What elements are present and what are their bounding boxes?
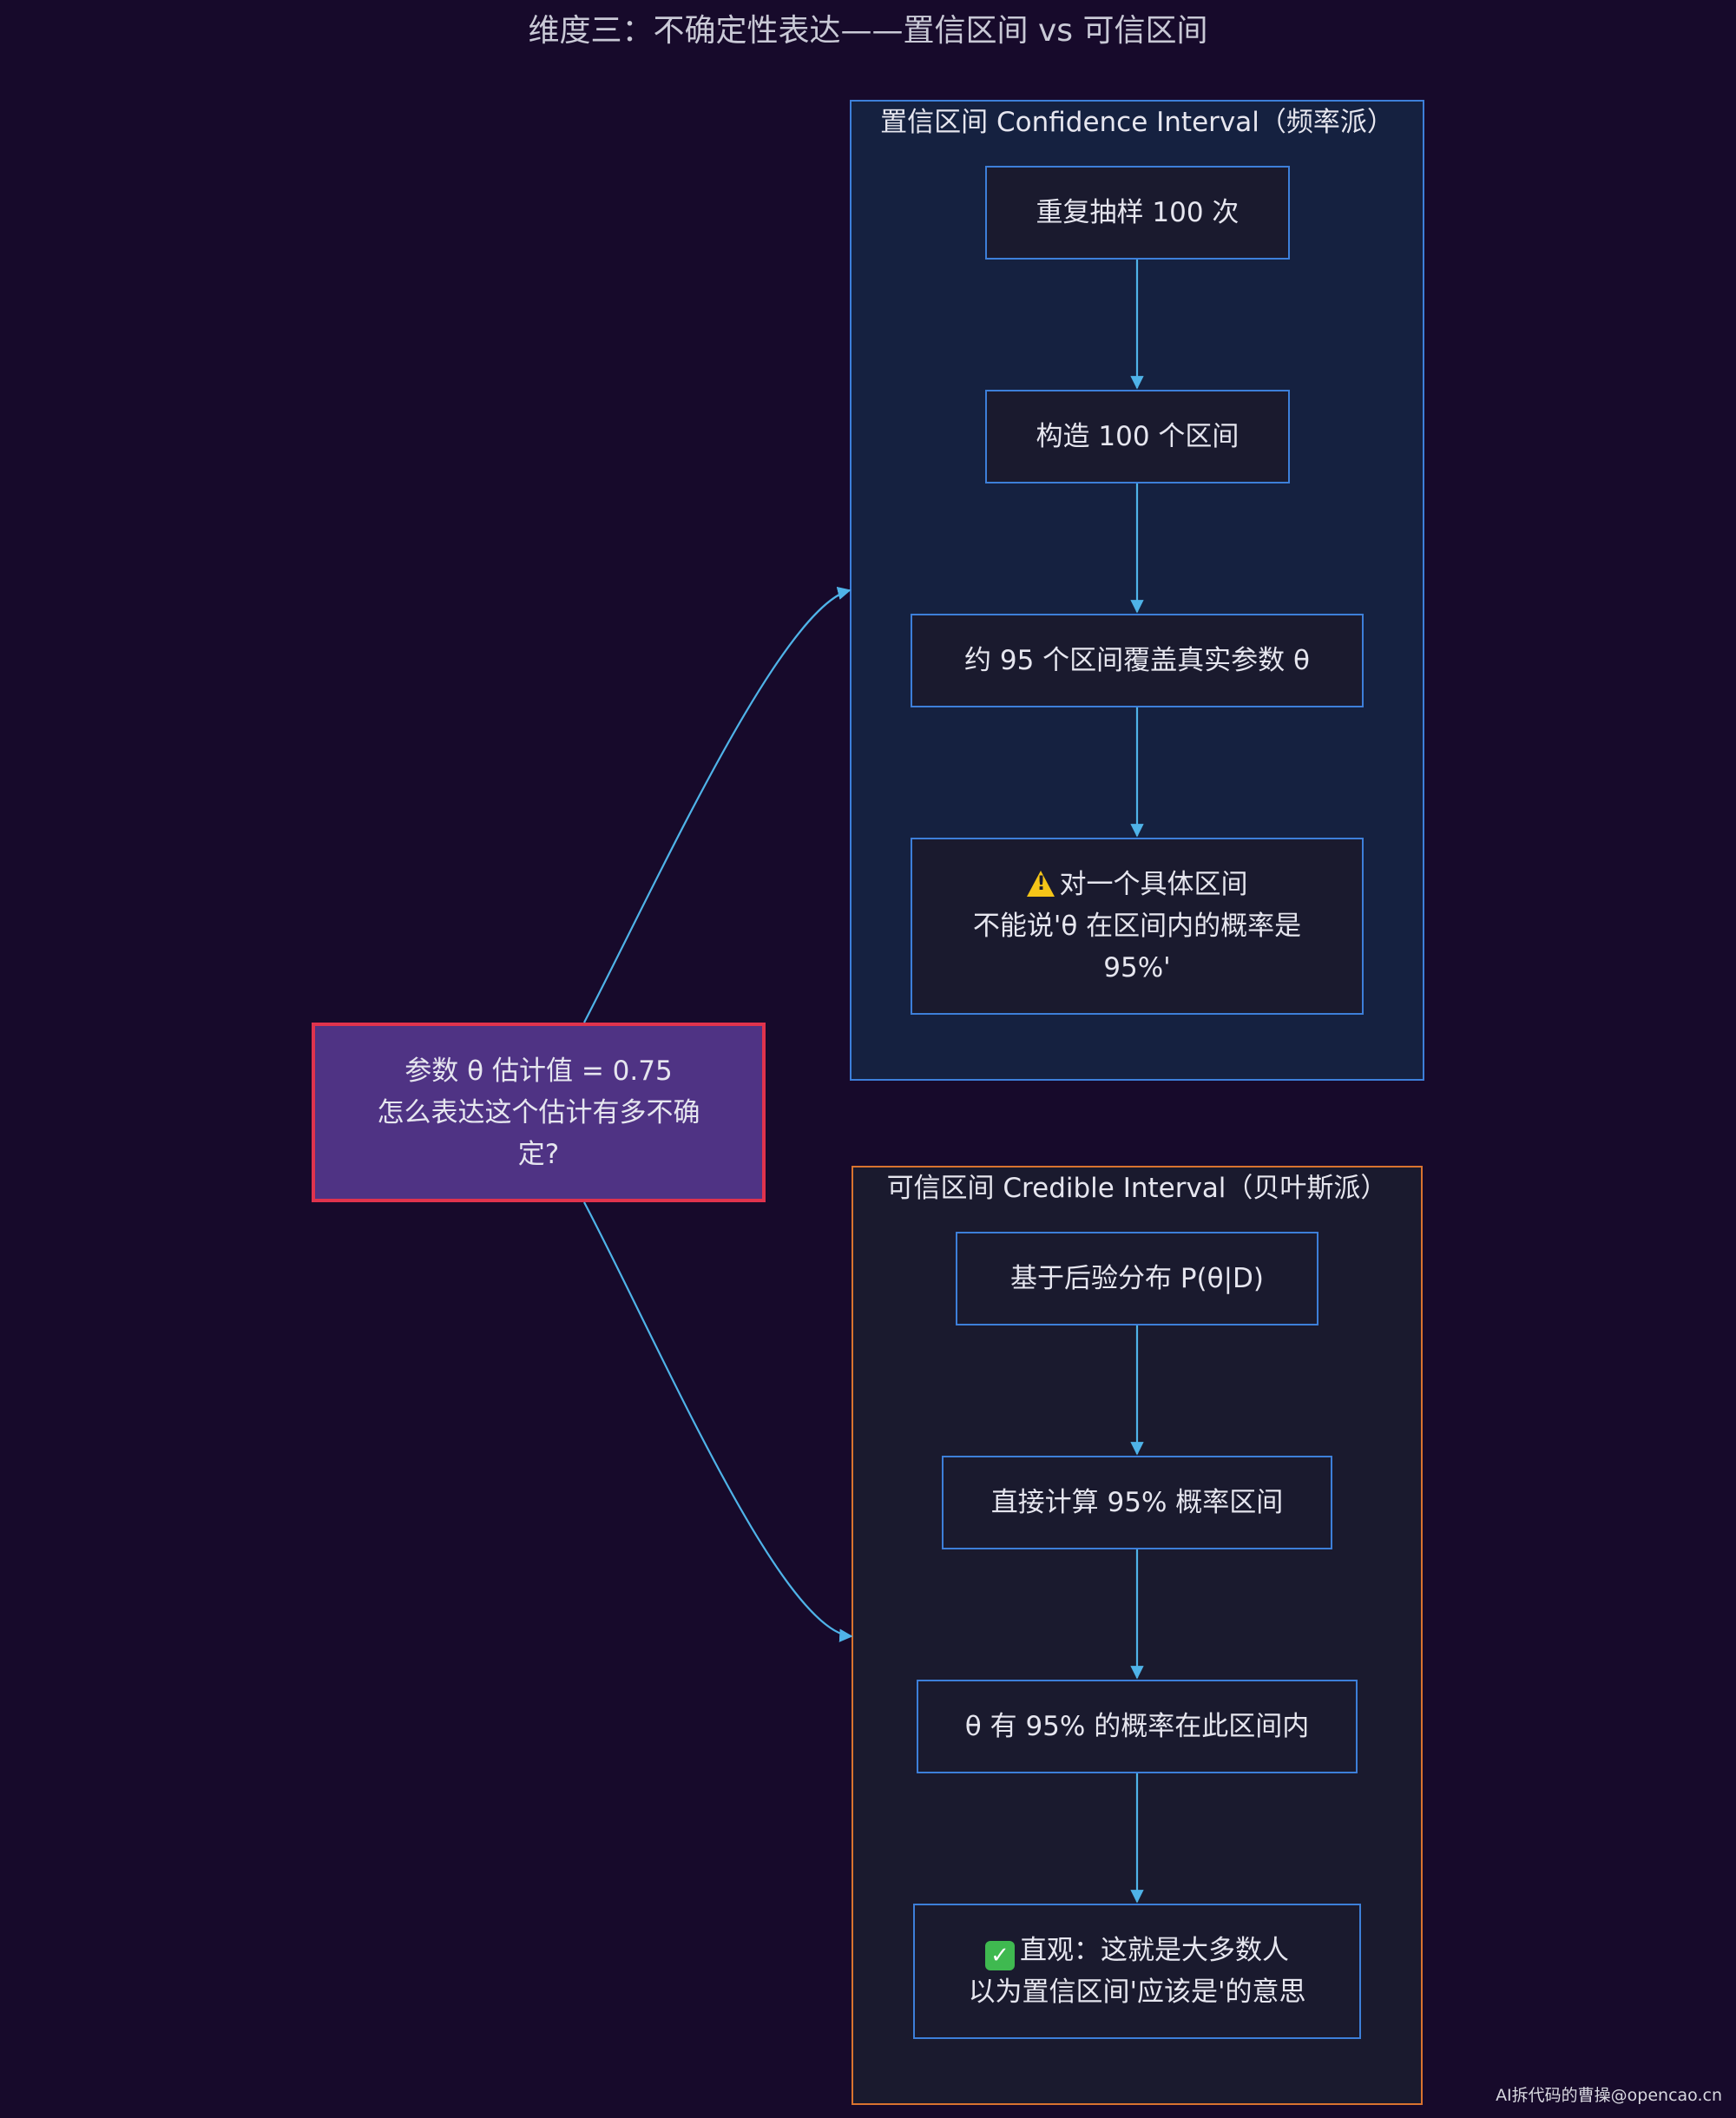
check-icon: ✓ — [984, 1941, 1015, 1970]
posterior-node: 基于后验分布 P(θ|D) — [956, 1232, 1318, 1325]
warning-node-line: 不能说'θ 在区间内的概率是 — [972, 911, 1302, 942]
node-text: 约 95 个区间覆盖真实参数 θ — [964, 645, 1310, 676]
intuitive-node: ✓ 直观：这就是大多数人 以为置信区间'应该是'的意思 — [913, 1904, 1361, 2039]
repeat-sampling-node: 重复抽样 100 次 — [985, 166, 1290, 260]
probability-node: θ 有 95% 的概率在此区间内 — [917, 1680, 1358, 1773]
warning-node: 对一个具体区间 不能说'θ 在区间内的概率是 95%' — [911, 838, 1364, 1015]
node-text: 重复抽样 100 次 — [1036, 197, 1240, 228]
intuitive-node-line: 以为置信区间'应该是'的意思 — [968, 1977, 1306, 2008]
main-node-line: 定? — [517, 1138, 560, 1170]
node-text: 基于后验分布 P(θ|D) — [1009, 1263, 1265, 1294]
warning-icon — [1026, 871, 1055, 897]
watermark: AI拆代码的曹操@opencao.cn — [1496, 2086, 1722, 2105]
node-text: θ 有 95% 的概率在此区间内 — [964, 1711, 1310, 1742]
parameter-estimate-node: 参数 θ 估计值 = 0.75 怎么表达这个估计有多不确 定? — [312, 1023, 766, 1202]
intuitive-node-line: ✓ 直观：这就是大多数人 — [968, 1930, 1305, 1971]
construct-intervals-node: 构造 100 个区间 — [985, 390, 1290, 483]
credible-group-label: 可信区间 Credible Interval（贝叶斯派） — [886, 1173, 1388, 1204]
node-text: 构造 100 个区间 — [1036, 421, 1240, 452]
confidence-group-label: 置信区间 Confidence Interval（频率派） — [880, 107, 1394, 138]
warning-node-line: 对一个具体区间 — [973, 864, 1301, 905]
edge-main-to-confidence — [583, 586, 852, 1023]
main-node-line: 参数 θ 估计值 = 0.75 — [404, 1055, 673, 1087]
node-text: 直接计算 95% 概率区间 — [990, 1487, 1284, 1518]
main-node-line: 怎么表达这个估计有多不确 — [377, 1096, 700, 1128]
edge-main-to-credible — [583, 1201, 853, 1642]
diagram-title: 维度三：不确定性表达——置信区间 vs 可信区间 — [528, 13, 1208, 49]
warning-node-line: 95%' — [1103, 952, 1171, 983]
coverage-node: 约 95 个区间覆盖真实参数 θ — [911, 614, 1364, 707]
compute-interval-node: 直接计算 95% 概率区间 — [942, 1456, 1332, 1549]
